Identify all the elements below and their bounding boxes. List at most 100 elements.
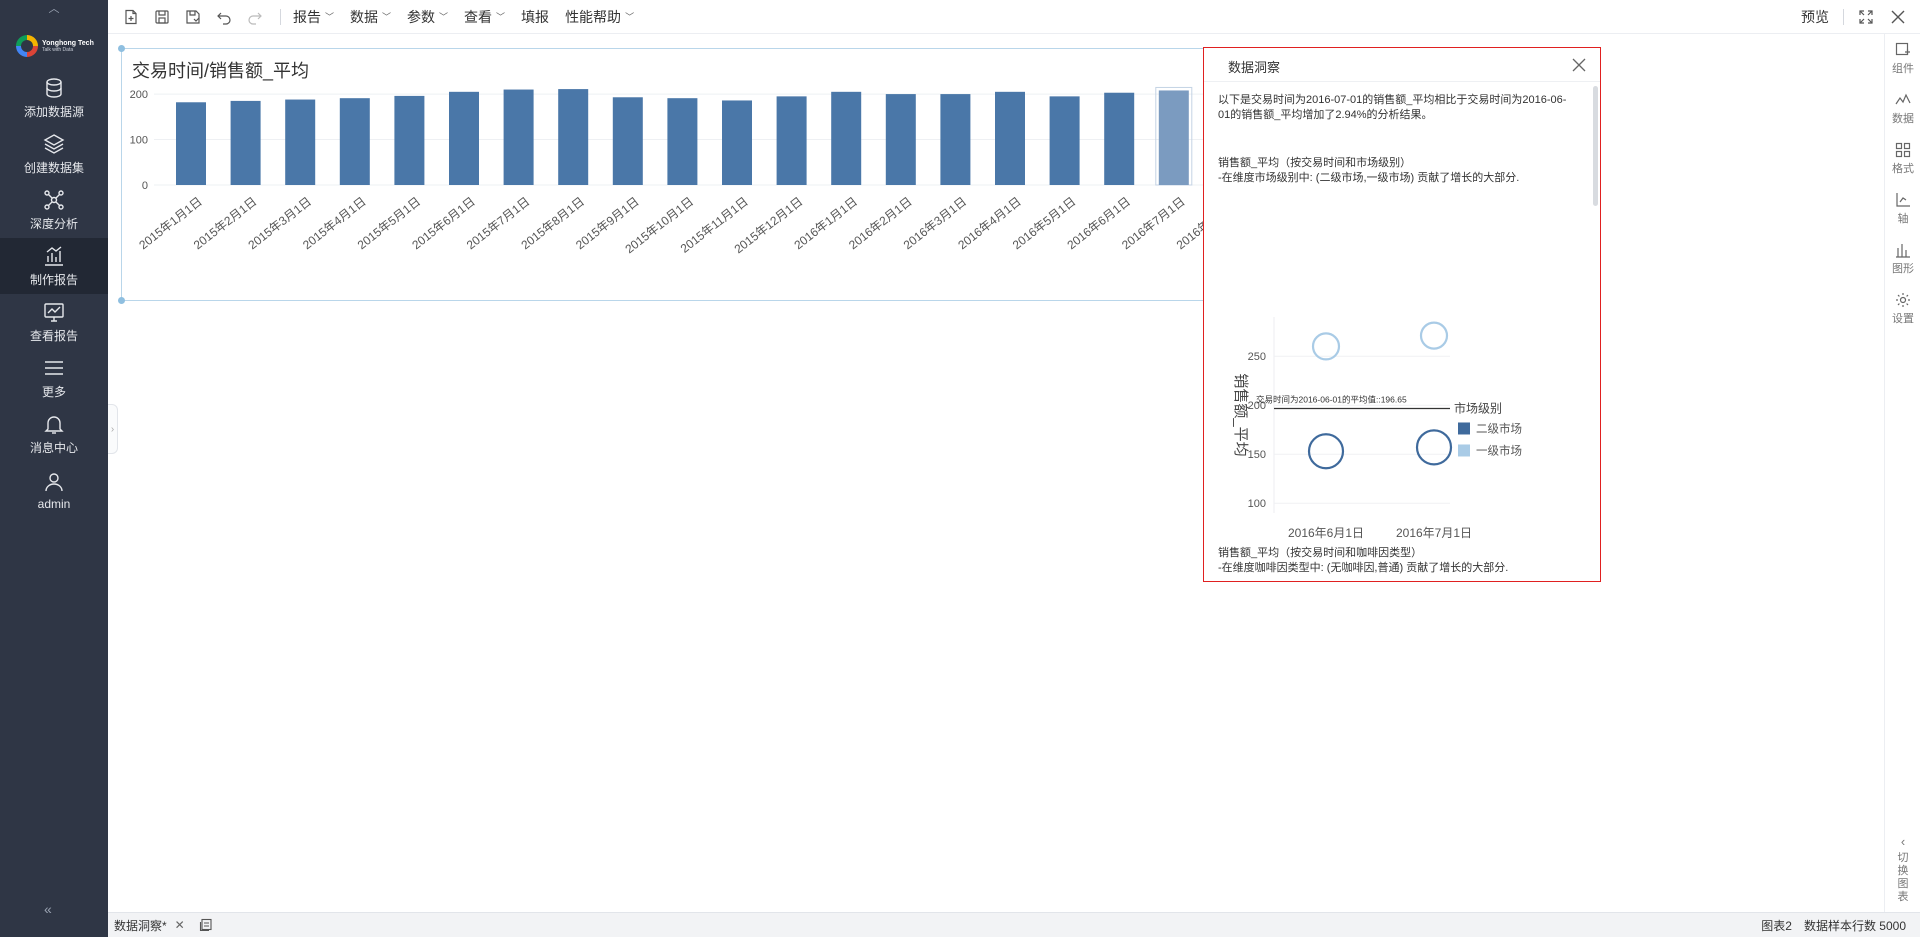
scatter-point [1311, 332, 1341, 361]
logo-tagline: Talk with Data [42, 46, 74, 53]
rail-label: 轴 [1897, 213, 1909, 225]
chevron-down-icon: ﹀ [382, 12, 392, 22]
chevron-down-icon: ﹀ [496, 12, 506, 22]
bar [1049, 96, 1080, 185]
x-tick-label: 2016年6月1日 [1288, 526, 1364, 540]
scatter-point [1419, 321, 1449, 350]
panel-header: 数据洞察 [1204, 48, 1600, 82]
menu-icon [45, 361, 63, 375]
sidebar-item-label: 添加数据源 [23, 105, 84, 119]
shape-icon [1896, 244, 1910, 258]
chevron-right-icon[interactable]: › [108, 404, 118, 454]
bar [831, 91, 862, 185]
bar [339, 98, 370, 185]
panel-body[interactable]: 以下是交易时间为2016-07-01的销售额_平均相比于交易时间为2016-06… [1204, 83, 1600, 581]
legend-title: 市场级别 [1454, 400, 1502, 415]
preview-button[interactable]: 预览 [1801, 7, 1829, 27]
report-tab[interactable]: 数据洞察* ✕ [114, 917, 185, 934]
bar [1104, 92, 1135, 185]
gear-icon [1896, 293, 1910, 307]
close-icon[interactable]: ✕ [175, 918, 185, 932]
chevron-down-icon: ﹀ [325, 12, 335, 22]
bar-chart-icon [45, 246, 63, 266]
undo-icon[interactable] [213, 6, 235, 28]
component-icon [1895, 42, 1910, 56]
scatter-point [1415, 429, 1453, 466]
logo-mark [16, 35, 38, 57]
sidebar-item-add-datasource[interactable]: 添加数据源 [0, 70, 108, 126]
y-tick-label: 250 [1248, 351, 1266, 363]
logo: Yonghong Tech Talk with Data [16, 28, 96, 64]
bar [667, 98, 698, 185]
chart-name-label: 图表2 [1761, 918, 1792, 933]
rail-label: 数据 [1892, 113, 1914, 125]
sidebar-item-view-report[interactable]: 查看报告 [0, 294, 108, 350]
bar [394, 95, 425, 185]
rail-item-shape[interactable]: 图形 [1885, 234, 1920, 284]
toolbar-divider [280, 8, 281, 25]
sidebar-item-create-dataset[interactable]: 创建数据集 [0, 126, 108, 182]
bar [722, 100, 752, 185]
y-axis-label: 销售额_平均 [1232, 373, 1249, 456]
sidebar-item-deep-analysis[interactable]: 深度分析 [0, 182, 108, 238]
chevron-down-icon: ﹀ [625, 12, 635, 22]
menu-label: 性能帮助 [565, 8, 622, 25]
rail-label: 图形 [1892, 263, 1914, 275]
menu-report[interactable]: 报告 ﹀ [293, 7, 334, 27]
collapse-sidebar-icon[interactable]: « [44, 901, 52, 917]
bar [612, 97, 643, 185]
panel-title: 数据洞察 [1228, 60, 1281, 75]
new-report-icon[interactable] [120, 6, 142, 28]
resize-handle[interactable] [118, 45, 125, 52]
section2-heading: 销售额_平均（按交易时间和咖啡因类型） [1218, 547, 1423, 559]
toolbar-divider [1843, 9, 1844, 25]
top-toolbar: 报告 ﹀ 数据 ﹀ 参数 ﹀ 查看 ﹀ 填报 性能帮助 ﹀ 预览 [108, 0, 1920, 34]
chevron-left-icon: ‹ [1900, 834, 1906, 849]
redo-icon[interactable] [244, 6, 266, 28]
user-icon [45, 472, 63, 491]
sidebar-item-make-report[interactable]: 制作报告 [0, 238, 108, 294]
menu-view[interactable]: 查看 ﹀ [464, 7, 505, 27]
y-tick-label: 100 [130, 135, 148, 147]
y-tick-label: 100 [1248, 498, 1266, 510]
menu-data[interactable]: 数据 ﹀ [350, 7, 391, 27]
rail-item-settings[interactable]: 设置 [1885, 284, 1920, 334]
close-icon[interactable] [1888, 7, 1908, 27]
menu-performance-help[interactable]: 性能帮助 ﹀ [565, 7, 634, 27]
section1-detail: -在维度市场级别中: (二级市场,一级市场) 贡献了增长的大部分. [1218, 172, 1520, 184]
bar [1158, 90, 1189, 185]
rail-item-format[interactable]: 格式 [1885, 134, 1920, 184]
save-as-icon[interactable] [182, 6, 204, 28]
sidebar-item-label: 消息中心 [29, 441, 78, 455]
y-tick-label: 150 [1248, 449, 1266, 461]
sidebar-item-admin[interactable]: admin [0, 462, 108, 518]
menu-fill-report[interactable]: 填报 [521, 7, 549, 27]
section1-heading: 销售额_平均（按交易时间和市场级别） [1218, 157, 1412, 169]
sidebar-item-message-center[interactable]: 消息中心 [0, 406, 108, 462]
save-icon[interactable] [151, 6, 173, 28]
bar-chart-component[interactable]: 交易时间/销售额_平均 0 100 200 2015年1月1日 2015年2月1日 201… [118, 45, 1251, 304]
rail-item-component[interactable]: 组件 [1885, 34, 1920, 84]
panel-scrollbar[interactable] [1593, 86, 1598, 206]
menu-label: 数据 [350, 8, 379, 25]
menu-label: 填报 [521, 8, 550, 25]
report-canvas[interactable]: 交易时间/销售额_平均 0 100 200 2015年1月1日 2015年2月1日 201… [108, 34, 1884, 912]
chevron-up-icon[interactable]: ︿ [44, 0, 64, 15]
fullscreen-icon[interactable] [1856, 7, 1876, 27]
rail-item-data[interactable]: 数据 [1885, 84, 1920, 134]
sidebar-item-more[interactable]: 更多 [0, 350, 108, 406]
menu-parameter[interactable]: 参数 ﹀ [407, 7, 448, 27]
sidebar-item-label: 制作报告 [29, 273, 78, 287]
sidebar-item-label: 查看报告 [29, 329, 78, 343]
legend-label: 二级市场 [1476, 421, 1522, 435]
switch-chart-label: 切换图表 [1897, 852, 1909, 903]
bar [230, 100, 261, 185]
bar [940, 94, 971, 185]
rail-item-axis[interactable]: 轴 [1885, 184, 1920, 234]
bar [449, 91, 479, 185]
sidebar-item-label: 深度分析 [29, 217, 78, 231]
close-icon[interactable] [1570, 56, 1588, 74]
switch-chart-button[interactable]: ‹ 切换图表 [1885, 835, 1920, 904]
tab-list-icon[interactable] [199, 918, 213, 932]
bar [776, 96, 807, 185]
